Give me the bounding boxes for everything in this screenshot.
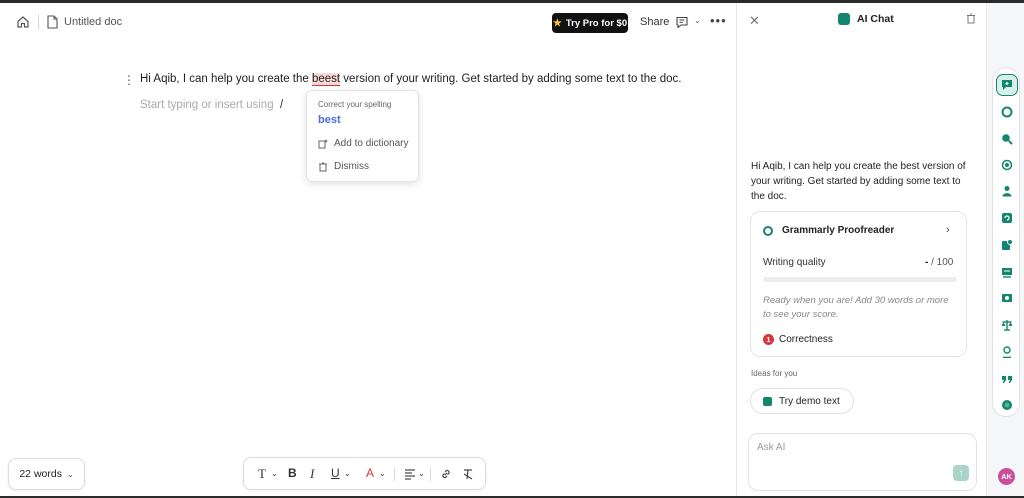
quote-icon[interactable] [1001,372,1013,384]
format-toolbar: T ⌄ B I U ⌄ A ⌄ ⌄ [243,457,486,490]
grammarly-icon [763,226,773,236]
font-color-button[interactable]: A [366,467,374,479]
correctness-count-badge: 1 [763,334,774,345]
home-icon[interactable] [16,15,30,29]
ai-chat-icon [838,13,850,25]
word-count-label: 22 words [19,468,62,480]
tool-rail-group [992,67,1020,417]
reader-reactions-icon[interactable] [1001,238,1013,250]
share-button[interactable]: Share [640,16,669,28]
chevron-down-icon[interactable]: ⌄ [271,470,278,478]
document-paragraph[interactable]: Hi Aqib, I can help you create the beest… [140,73,682,86]
panel-title: AI Chat [857,13,894,25]
trash-icon [319,162,327,171]
add-dictionary-icon [318,139,328,148]
clear-formatting-icon[interactable] [462,468,474,480]
ai-chat-icon[interactable] [996,74,1018,96]
proofreader-icon[interactable] [1001,105,1013,118]
misspelled-word[interactable]: beest [311,73,341,86]
block-drag-handle-icon[interactable]: ⋮ [123,74,135,86]
suggestion-best[interactable]: best [318,114,341,126]
ai-detector-icon[interactable] [1001,132,1013,145]
expert-icon[interactable] [1001,345,1013,359]
dismiss-button[interactable]: Dismiss [318,161,369,172]
score-max: / 100 [931,257,954,268]
proofreader-card[interactable]: Grammarly Proofreader › Writing quality … [750,211,967,357]
grader-icon[interactable] [1001,265,1013,278]
humanizer-icon[interactable] [1001,184,1013,197]
close-icon[interactable]: ✕ [749,13,760,29]
chevron-down-icon[interactable]: ⌄ [344,470,351,478]
chat-intro-message: Hi Aqib, I can help you create the best … [751,161,966,202]
ready-message: Ready when you are! Add 30 words or more… [763,295,949,320]
word-count-button[interactable]: 22 words ⌄ [8,458,85,490]
bold-button[interactable]: B [288,467,297,479]
citation-icon[interactable] [1001,291,1013,303]
try-pro-button[interactable]: ★ Try Pro for $0 [552,13,628,33]
ai-chat-panel: ✕ AI Chat Hi Aqib, I can help you create… [736,3,986,496]
try-demo-text-label: Try demo text [779,395,840,407]
paragraph-text-end: version of your writing. Get started by … [340,73,682,85]
italic-button[interactable]: I [310,467,314,480]
ask-ai-box: ↑ [748,433,977,491]
toolbar-divider [430,467,431,481]
more-icon[interactable] [1001,398,1013,410]
chevron-down-icon: ⌄ [66,469,74,479]
send-icon[interactable]: ↑ [953,465,969,481]
right-tool-rail: AK [986,3,1024,496]
comment-icon[interactable] [675,15,689,29]
editor-placeholder[interactable]: Start typing or insert using [140,99,274,111]
paragraph-text-start: Hi Aqib, I can help you create the [140,73,312,85]
chevron-down-icon[interactable]: ⌄ [418,470,425,478]
spelling-suggestion-popup: Correct your spelling best Add to dictio… [306,90,419,182]
toolbar-divider [394,467,395,481]
correctness-label: Correctness [779,334,833,345]
writing-quality-score: - / 100 [925,257,953,268]
expert-review-icon[interactable] [1001,318,1013,331]
quality-progress-bar [763,277,957,282]
header-divider [38,14,39,30]
score-value: - [925,257,929,268]
chevron-down-icon[interactable]: ⌄ [379,470,386,478]
add-to-dictionary-label: Add to dictionary [334,138,409,149]
text-style-button[interactable]: T [258,467,266,480]
try-demo-text-button[interactable]: Try demo text [750,388,854,414]
doc-title[interactable]: Untitled doc [64,16,122,28]
add-to-dictionary-button[interactable]: Add to dictionary [318,138,409,149]
avatar[interactable]: AK [998,468,1015,485]
dismiss-label: Dismiss [334,161,369,172]
document-icon [47,15,58,29]
ask-ai-input[interactable] [757,442,957,453]
align-icon[interactable] [404,468,416,480]
chevron-right-icon[interactable]: › [946,224,950,236]
writing-quality-label: Writing quality [763,257,826,268]
underline-button[interactable]: U [331,467,340,479]
trash-icon[interactable] [966,13,976,24]
correctness-item[interactable]: 1 Correctness [763,334,833,345]
editor-header: Untitled doc ★ Try Pro for $0 Share ⌄ ••… [0,3,736,39]
plagiarism-icon[interactable] [1001,158,1013,171]
ai-chat-icon [763,396,772,406]
try-pro-label: Try Pro for $0 [565,17,628,29]
more-options-icon[interactable]: ••• [710,13,727,28]
slash-command-hint: / [280,99,284,111]
paraphraser-icon[interactable] [1001,211,1013,223]
proofreader-title: Grammarly Proofreader [782,225,895,236]
ideas-label: Ideas for you [751,369,798,378]
star-icon: ★ [552,17,562,29]
link-icon[interactable] [440,468,452,480]
popup-hint: Correct your spelling [318,100,392,109]
chevron-down-icon[interactable]: ⌄ [694,16,701,25]
